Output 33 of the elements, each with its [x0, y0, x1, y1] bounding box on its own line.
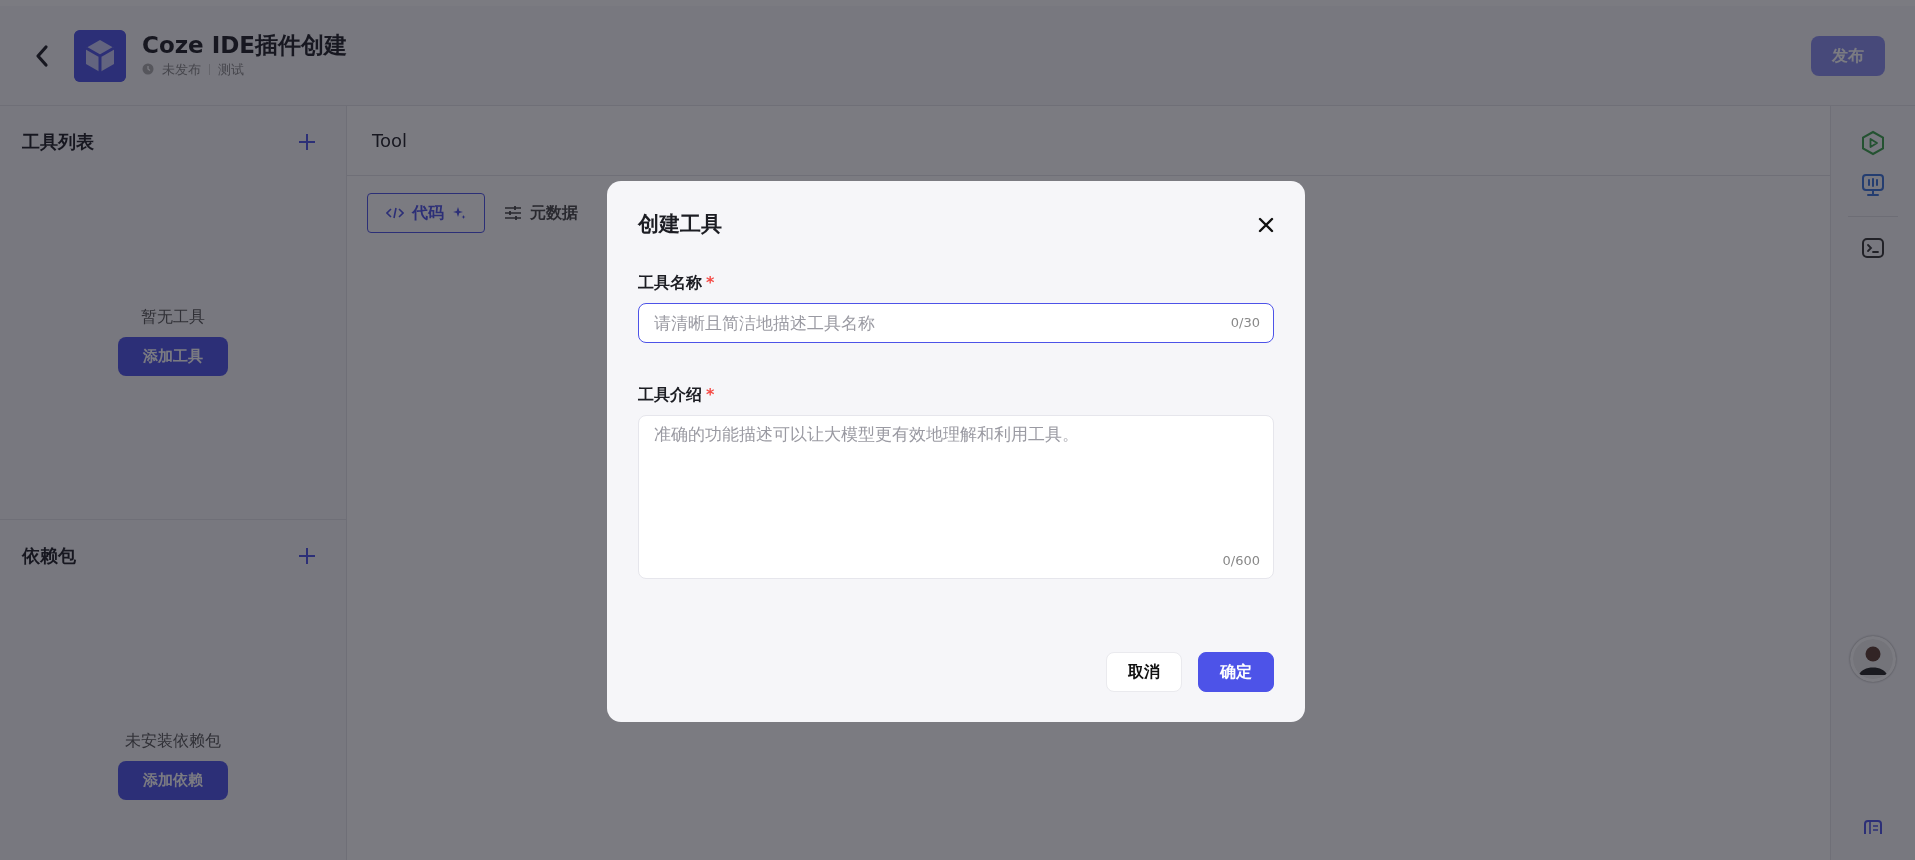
back-icon[interactable]: [34, 43, 50, 68]
clock-icon: [142, 63, 154, 76]
section-title: 工具列表: [22, 130, 94, 154]
editor-tab[interactable]: 元数据: [485, 193, 597, 233]
close-icon[interactable]: [1258, 216, 1274, 233]
add-icon[interactable]: [298, 546, 316, 565]
code-icon: [386, 206, 404, 220]
confirm-button[interactable]: 确定: [1198, 652, 1274, 692]
run-icon[interactable]: [1860, 130, 1886, 156]
panel-title: Tool: [372, 129, 407, 153]
field-label: 工具介绍: [638, 383, 702, 406]
project-title: Coze IDE插件创建: [142, 31, 348, 60]
add-icon[interactable]: [298, 132, 316, 151]
sliders-icon: [504, 205, 522, 221]
empty-state-text: 未安装依赖包: [125, 730, 221, 752]
cube-logo-icon: [74, 29, 126, 82]
section-title: 依赖包: [22, 544, 76, 568]
terminal-icon[interactable]: [1860, 235, 1886, 261]
empty-state-text: 暂无工具: [141, 306, 205, 328]
dialog-title: 创建工具: [638, 211, 722, 238]
add-dependency-button[interactable]: 添加依赖: [118, 761, 228, 800]
required-mark: *: [706, 271, 715, 294]
field-label: 工具名称: [638, 271, 702, 294]
monitor-icon[interactable]: [1860, 172, 1886, 198]
add-tool-button[interactable]: 添加工具: [118, 337, 228, 376]
cancel-button[interactable]: 取消: [1106, 652, 1182, 692]
avatar[interactable]: [1850, 636, 1896, 682]
required-mark: *: [706, 383, 715, 406]
editor-tab[interactable]: 代码: [367, 193, 485, 233]
list-icon[interactable]: [1862, 820, 1884, 834]
character-counter: 0/600: [1222, 552, 1260, 570]
character-counter: 0/30: [1230, 313, 1260, 332]
sparkle-icon: [452, 206, 466, 220]
